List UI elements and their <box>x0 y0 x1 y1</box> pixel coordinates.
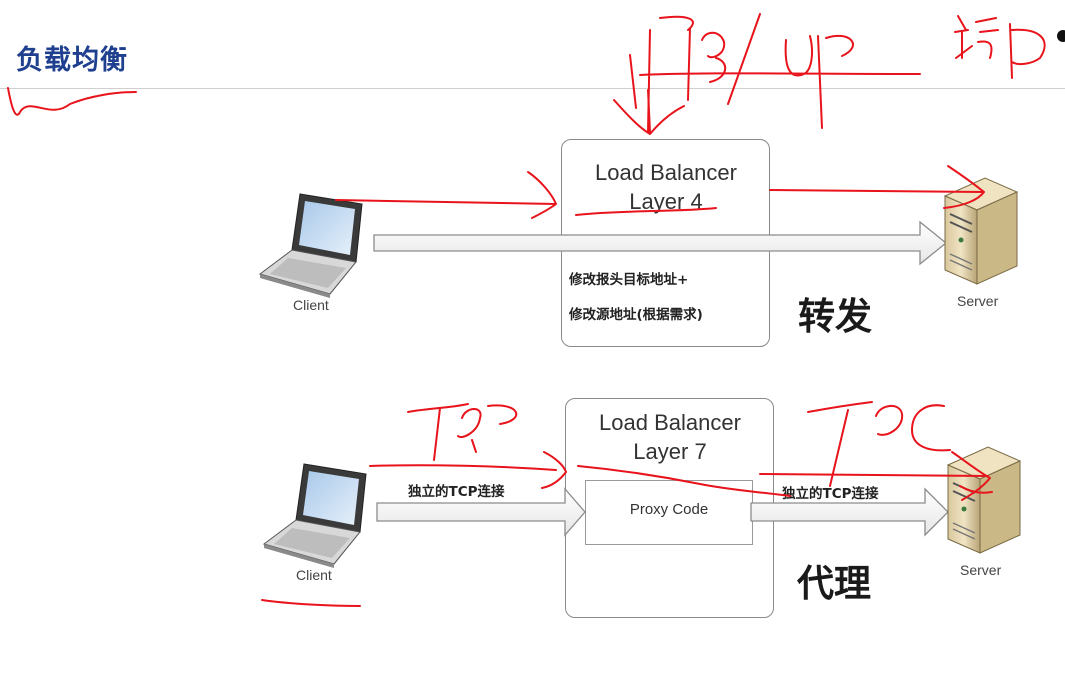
annotation-l4-server-arrow <box>769 165 985 209</box>
annotation-l7-client-underline <box>261 599 361 607</box>
annotation-port <box>954 15 1046 79</box>
annotation-l7-left-line <box>369 451 567 489</box>
annotation-l7-right-line <box>759 451 993 501</box>
annotation-l7-tcp-left <box>407 403 518 461</box>
annotation-title-scribble <box>7 87 137 116</box>
annotation-tcp-udp <box>629 13 921 133</box>
edge-dot <box>1057 30 1065 42</box>
pen-annotations <box>7 13 1046 607</box>
annotation-l4-client-arrow <box>335 171 557 219</box>
annotation-l7-tcp-right <box>807 401 951 487</box>
annotation-down-arrow <box>613 89 685 135</box>
annotation-l4-underline <box>575 207 717 216</box>
annotation-l7-mid-line <box>577 465 791 497</box>
